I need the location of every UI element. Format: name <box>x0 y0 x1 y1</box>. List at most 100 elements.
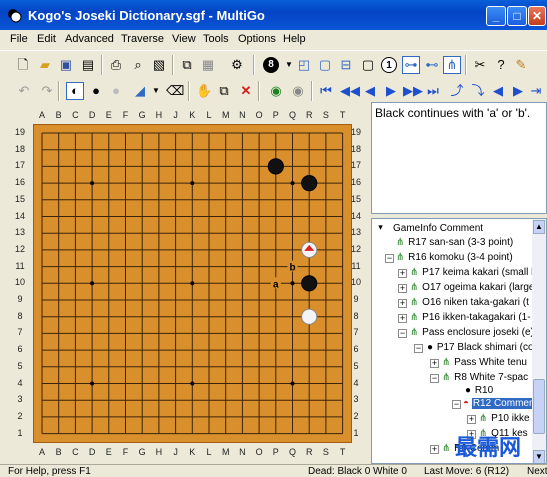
tree-node[interactable]: ⋔ P17 keima kakari (small k <box>410 266 537 280</box>
tree-node[interactable]: ⋔ P10 ikke <box>479 412 531 426</box>
new-file-icon[interactable]: 🗋 <box>15 57 31 73</box>
branch-end-icon[interactable]: ⇥ <box>528 83 544 99</box>
black-stone-icon[interactable]: ● <box>88 83 104 99</box>
tree-node[interactable]: ⋔ R16 komoku (3-4 point) <box>396 251 514 265</box>
white-stone-icon[interactable]: ● <box>108 83 124 99</box>
settings-icon[interactable]: ⚙ <box>229 57 245 73</box>
fast-back-icon[interactable]: ◀◀ <box>340 83 360 99</box>
close-button[interactable]: ✕ <box>528 6 546 26</box>
prev-branch-icon[interactable]: ◀ <box>490 83 506 99</box>
expand-toggle-icon[interactable]: + <box>430 445 439 454</box>
expand-toggle-icon[interactable]: + <box>398 299 407 308</box>
alternate-stones-icon[interactable]: ◐ <box>66 82 84 100</box>
tree-node[interactable]: ● P17 Black shimari (co <box>427 341 535 355</box>
tree-view-icon[interactable]: ⋔ <box>443 56 461 74</box>
mark-icon[interactable]: ◢ <box>132 83 148 99</box>
hand-icon[interactable]: ✋ <box>196 83 212 99</box>
scroll-down-icon[interactable]: ▼ <box>533 450 545 463</box>
tools-icon[interactable]: ✂ <box>472 57 488 73</box>
tree-node[interactable]: ⋔ R8 White 7-spac <box>442 371 529 385</box>
tree-root-collapse-icon[interactable]: ▾ <box>376 223 385 233</box>
menu-advanced[interactable]: Advanced <box>65 33 114 45</box>
expand-toggle-icon[interactable]: + <box>398 269 407 278</box>
view-icon[interactable]: ▢ <box>317 57 333 73</box>
menu-view[interactable]: View <box>172 33 196 45</box>
row-label-left: 8 <box>17 310 23 321</box>
tree-node[interactable]: ● R10 <box>465 384 494 398</box>
print-icon[interactable]: ⎙ <box>108 57 124 73</box>
last-move-icon[interactable]: ⏭ <box>425 83 441 99</box>
tree-scrollbar[interactable]: ▲ ▼ <box>532 219 546 463</box>
up-variation-icon[interactable]: ⤴ <box>449 83 465 99</box>
redo-icon[interactable]: ↷ <box>39 83 55 99</box>
tree-node[interactable]: ⋔ P16 ikken-takagakari (1- <box>410 311 532 325</box>
stop-icon[interactable]: ◉ <box>290 83 306 99</box>
comment-box[interactable]: Black continues with 'a' or 'b'. <box>371 102 547 214</box>
play-icon[interactable]: ◉ <box>268 83 284 99</box>
column-label-bottom: M <box>221 447 230 457</box>
scroll-thumb[interactable] <box>533 379 545 434</box>
eraser-icon[interactable]: ⌫ <box>166 83 184 99</box>
tree-node-selected[interactable]: ◓ R12 Comment <box>463 397 539 411</box>
row-label-right: 4 <box>353 377 359 388</box>
expand-toggle-icon[interactable]: + <box>467 415 476 424</box>
menu-traverse[interactable]: Traverse <box>121 33 164 45</box>
collapse-toggle-icon[interactable]: − <box>414 344 423 353</box>
tree-layout-icon[interactable]: ⊶ <box>402 56 420 74</box>
column-label-bottom: L <box>206 447 212 457</box>
menu-options[interactable]: Options <box>238 33 276 45</box>
print-preview-icon[interactable]: ⌕ <box>130 57 146 73</box>
undo-icon[interactable]: ↶ <box>16 83 32 99</box>
copy-region-icon[interactable]: ⧉ <box>216 83 232 99</box>
mark-dropdown-icon[interactable]: ▼ <box>148 83 164 99</box>
minimize-button[interactable]: _ <box>486 6 506 26</box>
next-move-icon[interactable]: ▶ <box>383 83 399 99</box>
expand-toggle-icon[interactable]: + <box>430 359 439 368</box>
tree-node[interactable]: ⋔ Pass enclosure joseki (e) <box>410 326 535 340</box>
properties-icon[interactable]: ▤ <box>80 57 96 73</box>
row-label-right: 15 <box>350 193 361 204</box>
first-move-icon[interactable]: ⏮ <box>318 83 334 99</box>
tree-header[interactable]: GameInfo Comment <box>392 222 484 236</box>
image-export-icon[interactable]: ▧ <box>151 57 167 73</box>
collapse-toggle-icon[interactable]: − <box>385 254 394 263</box>
tree-node[interactable]: ⋔ O17 ogeima kakari (large <box>410 281 535 295</box>
collapse-toggle-icon[interactable]: − <box>430 374 439 383</box>
menu-file[interactable]: File <box>10 33 28 45</box>
fit-icon[interactable]: ◰ <box>296 57 312 73</box>
menu-edit[interactable]: Edit <box>37 33 56 45</box>
column-label-bottom: F <box>122 447 129 457</box>
maximize-button[interactable]: □ <box>507 6 527 26</box>
row-label-left: 6 <box>17 344 23 355</box>
tree-node[interactable]: ⋔ Pass White tenu <box>442 356 528 370</box>
split-icon[interactable]: ⊟ <box>338 57 354 73</box>
brush-icon[interactable]: ✎ <box>513 57 529 73</box>
dropdown-arrow-icon[interactable]: ▼ <box>281 57 297 73</box>
delete-icon[interactable]: ✕ <box>238 83 254 99</box>
tree-node[interactable]: ⋔ R17 san-san (3-3 point) <box>396 236 514 250</box>
move-number-icon[interactable]: 8 <box>263 57 279 73</box>
save-icon[interactable]: ▣ <box>58 57 74 73</box>
prev-move-icon[interactable]: ◀ <box>362 83 378 99</box>
expand-toggle-icon[interactable]: + <box>398 284 407 293</box>
row-label-right: 5 <box>353 360 359 371</box>
paste-icon[interactable]: ▦ <box>200 57 216 73</box>
expand-toggle-icon[interactable]: + <box>398 314 407 323</box>
star-point <box>90 381 95 386</box>
down-variation-icon[interactable]: ⤵ <box>470 83 486 99</box>
scroll-up-icon[interactable]: ▲ <box>533 220 545 234</box>
menu-tools[interactable]: Tools <box>203 33 229 45</box>
go-board[interactable]: ab <box>33 124 352 443</box>
move-one-icon[interactable]: 1 <box>381 57 397 73</box>
menu-help[interactable]: Help <box>283 33 306 45</box>
fast-forward-icon[interactable]: ▶▶ <box>403 83 423 99</box>
collapse-toggle-icon[interactable]: − <box>398 329 407 338</box>
collapse-toggle-icon[interactable]: − <box>452 400 461 409</box>
copy-icon[interactable]: ⧉ <box>179 57 195 73</box>
help-icon[interactable]: ? <box>493 57 509 73</box>
open-folder-icon[interactable]: ▰ <box>37 57 53 73</box>
blank-icon[interactable]: ▢ <box>360 57 376 73</box>
tree-node[interactable]: ⋔ O16 niken taka-gakari (t <box>410 296 530 310</box>
tree-branch-icon[interactable]: ⊷ <box>424 57 440 73</box>
next-branch-icon[interactable]: ▶ <box>510 83 526 99</box>
